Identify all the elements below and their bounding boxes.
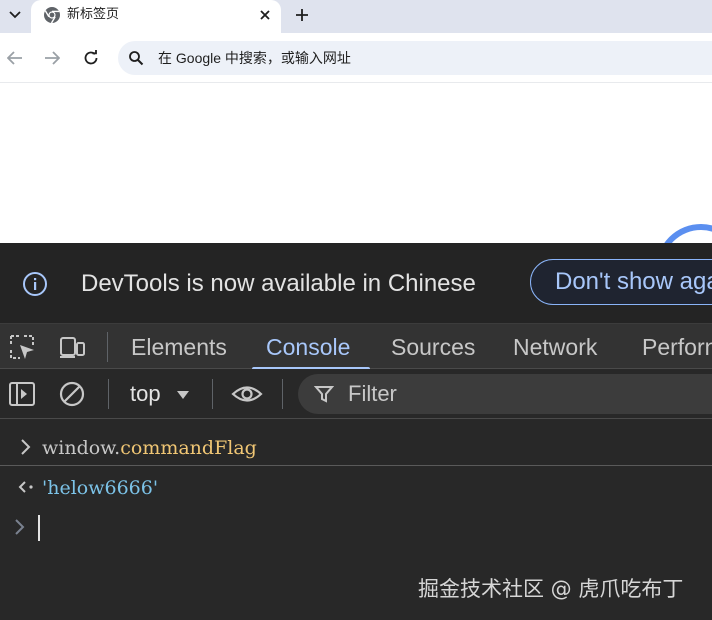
clear-console-icon[interactable] <box>58 380 86 408</box>
chrome-icon <box>44 7 60 24</box>
plus-icon <box>296 9 308 21</box>
divider <box>107 332 108 362</box>
browser-tab[interactable]: 新标签页 <box>31 0 281 33</box>
screen: 新标签页 在 Google 中搜索，或输入网址 DevTools is now … <box>0 0 712 620</box>
tab-close-button[interactable] <box>255 5 275 25</box>
divider <box>108 379 109 409</box>
execution-context-select[interactable]: top <box>130 380 189 408</box>
tab-sources[interactable]: Sources <box>391 324 475 370</box>
tab-strip: 新标签页 <box>0 0 712 33</box>
tab-title: 新标签页 <box>67 6 120 21</box>
sidebar-toggle-icon[interactable] <box>8 380 36 408</box>
dont-show-again-button[interactable]: Don't show aga <box>530 259 712 305</box>
tab-console[interactable]: Console <box>251 324 371 370</box>
new-tab-button[interactable] <box>290 3 314 27</box>
console-result-value: 'helow6666' <box>42 477 159 499</box>
info-icon <box>23 272 47 296</box>
filter-placeholder: Filter <box>348 381 397 406</box>
console-result-row: 'helow6666' <box>0 468 712 508</box>
reload-button[interactable] <box>79 46 103 70</box>
text-caret <box>38 515 40 541</box>
devtools-panel: DevTools is now available in Chinese Don… <box>0 243 712 620</box>
address-bar-placeholder: 在 Google 中搜索，或输入网址 <box>158 50 351 66</box>
browser-toolbar: 在 Google 中搜索，或输入网址 <box>0 33 712 83</box>
filter-icon <box>314 386 334 403</box>
inspect-element-icon[interactable] <box>8 333 36 361</box>
watermark: 掘金技术社区 @ 虎爪吃布丁 <box>418 577 684 601</box>
code-object: window. <box>42 437 121 459</box>
execution-context-value: top <box>130 381 161 406</box>
back-button[interactable] <box>3 46 27 70</box>
result-arrow-icon <box>18 481 33 493</box>
forward-button[interactable] <box>40 46 64 70</box>
arrow-left-icon <box>7 51 22 65</box>
chevron-down-icon <box>9 11 21 19</box>
device-toolbar-icon[interactable] <box>58 333 86 361</box>
address-bar[interactable]: 在 Google 中搜索，或输入网址 <box>118 41 712 75</box>
language-infobar: DevTools is now available in Chinese Don… <box>0 243 712 323</box>
divider <box>212 379 213 409</box>
tab-search-button[interactable] <box>4 4 26 26</box>
console-prompt-row[interactable] <box>0 508 712 548</box>
reload-icon <box>84 50 98 65</box>
eye-icon[interactable] <box>231 380 263 408</box>
chevron-right-icon <box>15 519 25 535</box>
tab-network[interactable]: Network <box>513 324 597 370</box>
arrow-right-icon <box>45 51 60 65</box>
console-toolbar: top Filter <box>0 369 712 419</box>
close-icon <box>260 10 270 20</box>
devtools-panel-tabs: Elements Console Sources Network Perforn <box>0 323 712 370</box>
page-content <box>0 84 712 244</box>
infobar-message: DevTools is now available in Chinese <box>81 270 476 297</box>
console-filter-input[interactable]: Filter <box>298 374 712 414</box>
search-icon <box>129 51 144 66</box>
tab-performance[interactable]: Perforn <box>642 324 712 370</box>
tab-elements[interactable]: Elements <box>131 324 227 370</box>
console-input-code: window.commandFlag <box>42 437 257 459</box>
divider <box>282 379 283 409</box>
code-property: commandFlag <box>120 437 257 459</box>
chevron-right-icon <box>21 439 31 455</box>
caret-down-icon <box>176 391 189 400</box>
console-input-row: window.commandFlag <box>0 428 712 466</box>
